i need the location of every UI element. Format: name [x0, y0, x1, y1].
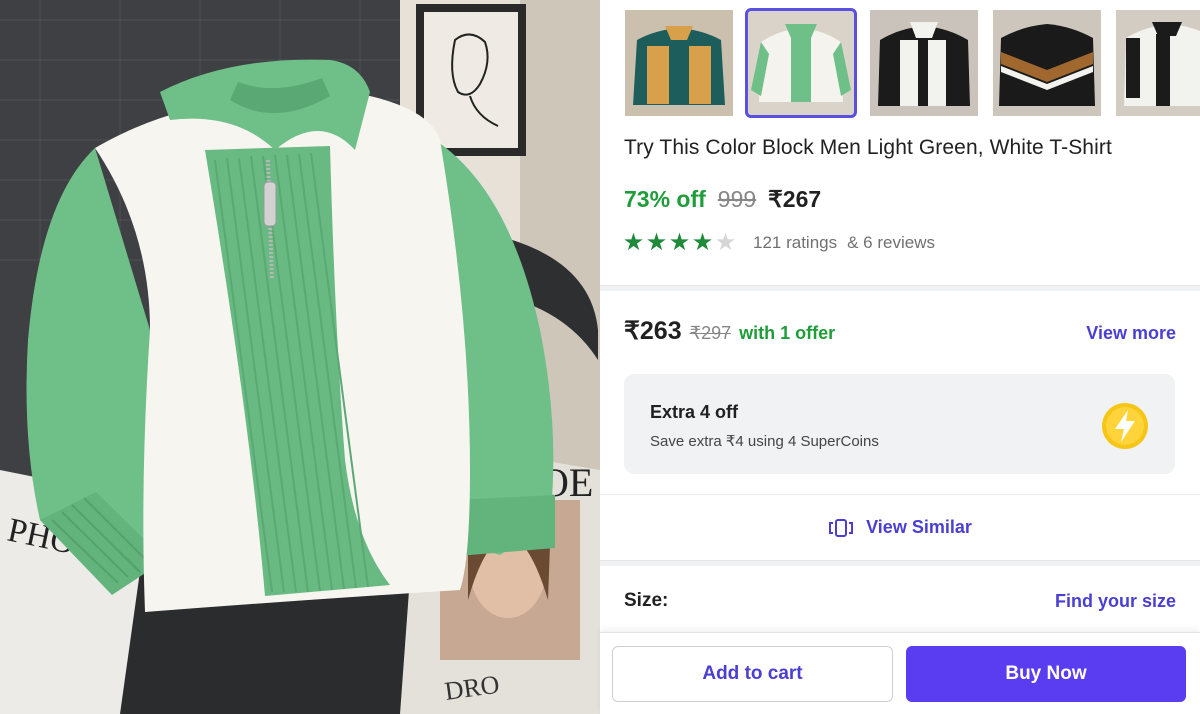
- product-photo-illustration: PHO LIF OE DRO: [0, 0, 600, 714]
- offer-row: ₹263 ₹297 with 1 offer View more: [624, 316, 1176, 346]
- view-similar-label: View Similar: [866, 517, 972, 537]
- product-main-image[interactable]: PHO LIF OE DRO: [0, 0, 600, 714]
- product-details-panel: Try This Color Block Men Light Green, Wh…: [600, 0, 1200, 714]
- thumbnail-black-white[interactable]: [870, 10, 978, 116]
- selling-price: ₹267: [768, 186, 822, 212]
- star-filled-icon: ★: [668, 229, 691, 256]
- view-similar-button[interactable]: View Similar: [600, 494, 1200, 560]
- star-rating: ★ ★ ★ ★ ★: [622, 231, 737, 255]
- bottom-action-bar: Add to cart Buy Now: [600, 632, 1200, 714]
- reviews-count: & 6 reviews: [847, 233, 935, 252]
- star-filled-icon: ★: [622, 229, 645, 256]
- section-divider: [600, 560, 1200, 566]
- star-filled-icon: ★: [645, 229, 668, 256]
- size-label: Size:: [624, 590, 669, 611]
- add-to-cart-button[interactable]: Add to cart: [612, 646, 893, 702]
- section-divider: [600, 285, 1200, 291]
- offer-mrp: ₹297: [689, 323, 732, 343]
- offer-price: ₹263: [624, 317, 682, 345]
- size-row: Size: Find your size: [624, 590, 1176, 612]
- find-your-size-link[interactable]: Find your size: [1055, 591, 1176, 612]
- view-more-link[interactable]: View more: [1086, 323, 1176, 344]
- star-filled-icon: ★: [691, 229, 714, 256]
- supercoins-subtitle: Save extra ₹4 using 4 SuperCoins: [650, 433, 879, 450]
- rating-row[interactable]: ★ ★ ★ ★ ★ 121 ratings & 6 reviews: [622, 231, 935, 255]
- offer-text: with 1 offer: [739, 323, 836, 343]
- thumbnail-teal-mustard[interactable]: [625, 10, 733, 116]
- ratings-count: 121 ratings: [753, 233, 838, 252]
- thumbnail-strip[interactable]: [622, 8, 1200, 120]
- supercoins-title: Extra 4 off: [650, 402, 739, 422]
- supercoin-lightning-icon: [1102, 403, 1148, 449]
- similar-cards-icon: [829, 518, 854, 537]
- star-empty-icon: ★: [714, 229, 737, 256]
- thumbnail-white-black[interactable]: [1116, 10, 1200, 116]
- discount-percent: 73% off: [624, 186, 706, 212]
- product-title: Try This Color Block Men Light Green, Wh…: [624, 136, 1112, 159]
- thumbnail-green-white[interactable]: [745, 8, 857, 118]
- mrp-price: 999: [717, 186, 757, 212]
- supercoins-card[interactable]: Extra 4 off Save extra ₹4 using 4 SuperC…: [624, 374, 1175, 474]
- price-row: 73% off 999 ₹267: [624, 186, 821, 213]
- thumbnail-black-chevron[interactable]: [993, 10, 1101, 116]
- buy-now-button[interactable]: Buy Now: [906, 646, 1186, 702]
